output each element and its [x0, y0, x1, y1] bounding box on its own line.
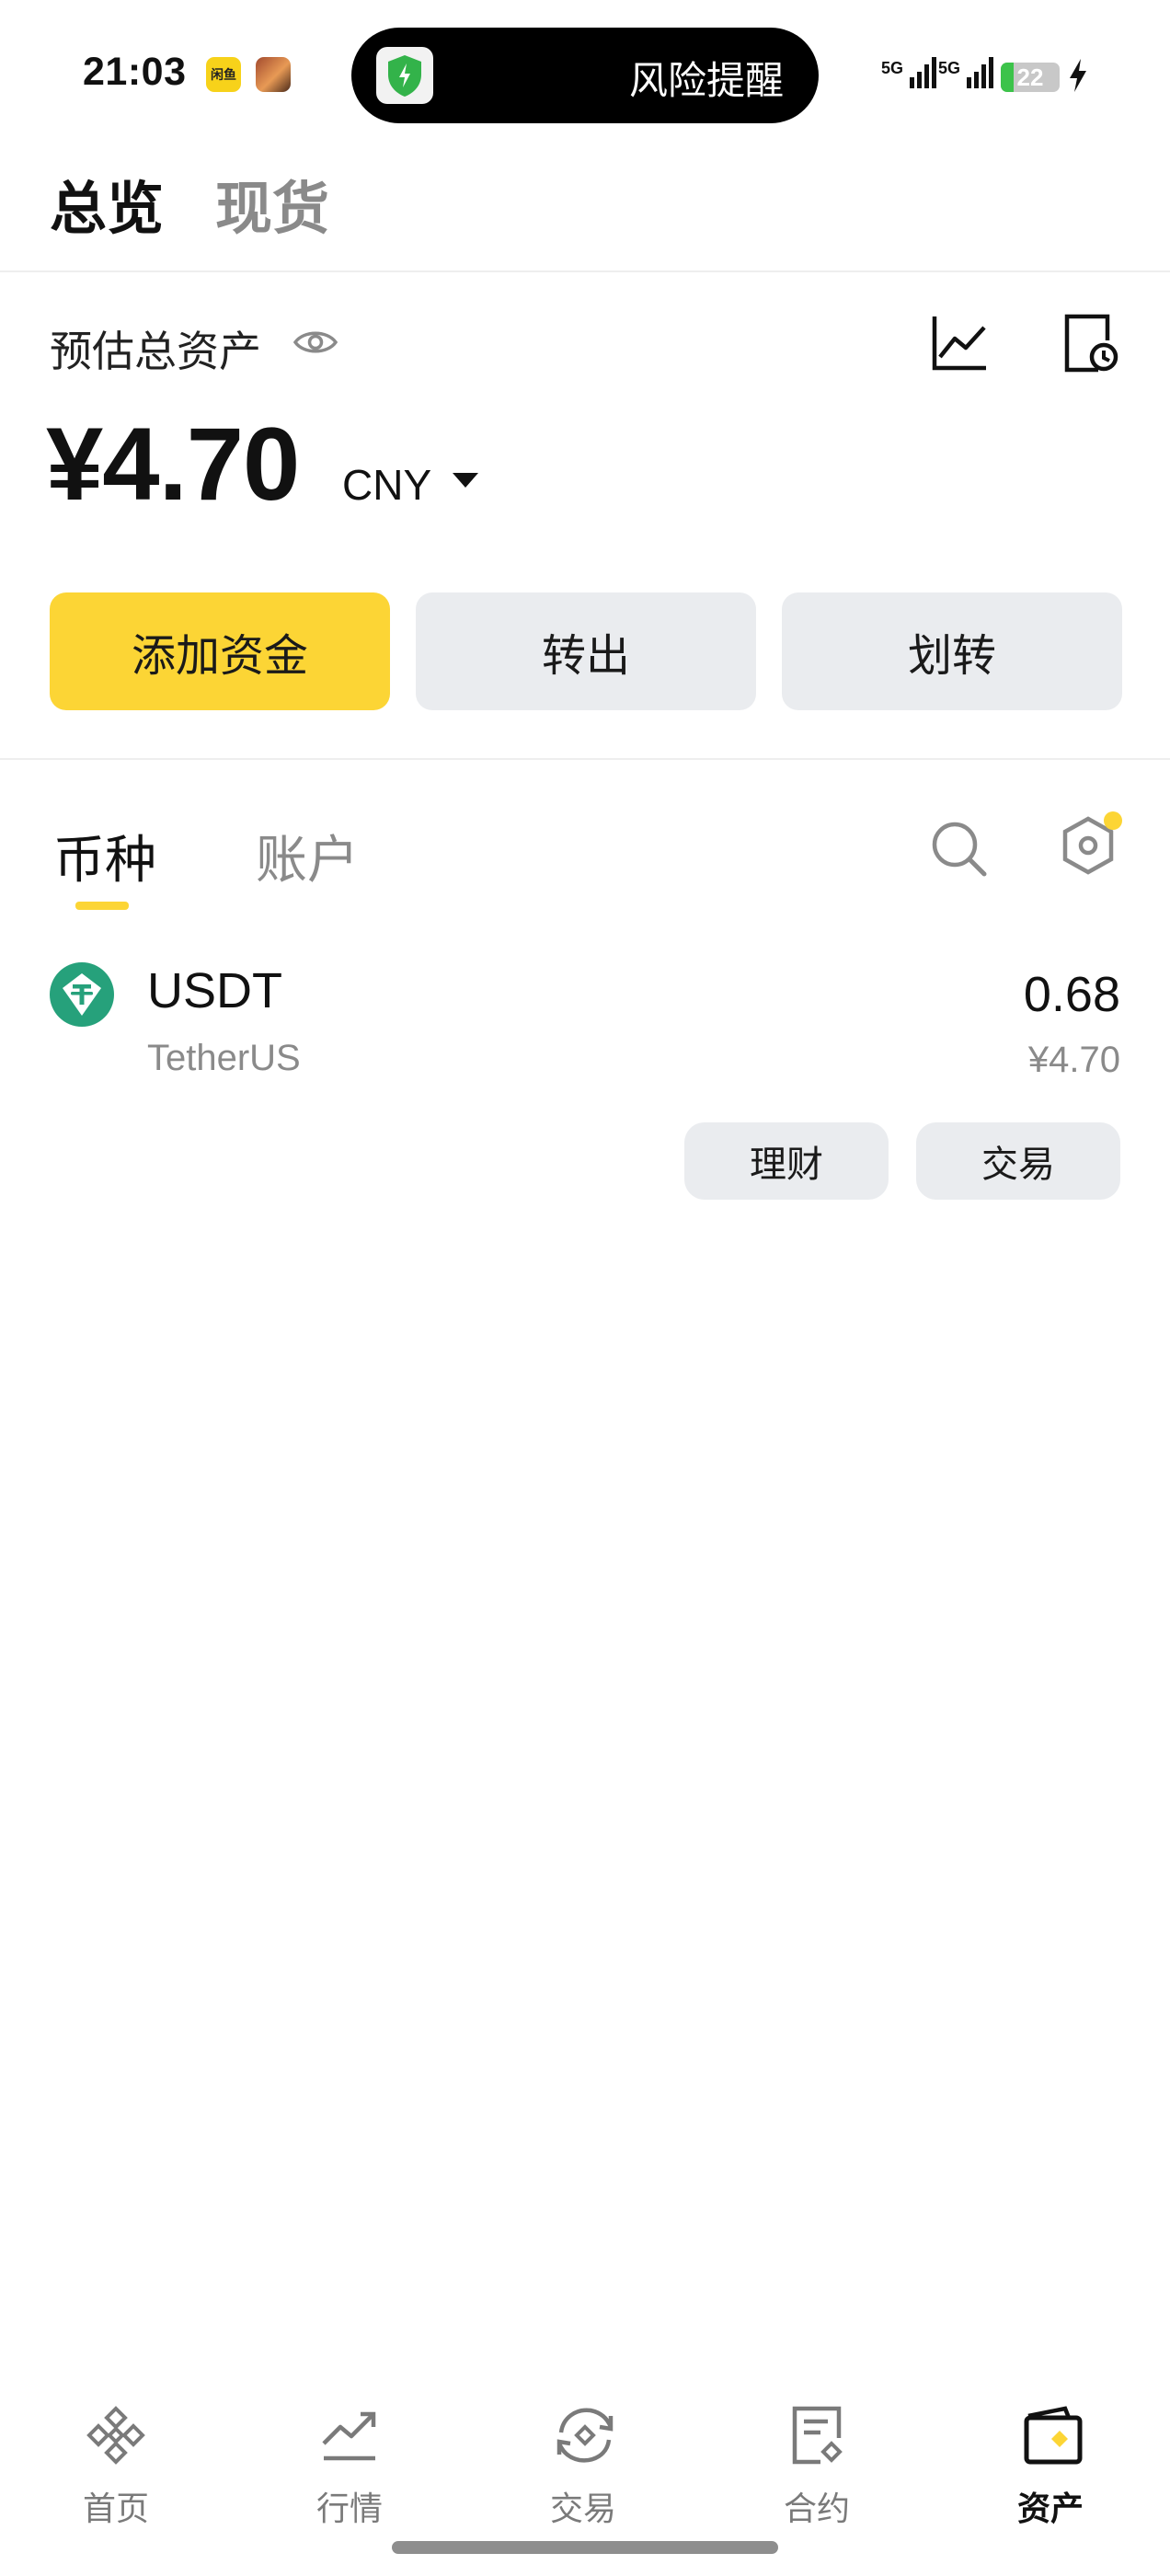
nav-markets[interactable]: 行情 [276, 2396, 423, 2534]
binance-logo-icon [86, 2406, 145, 2465]
coin-fiat-value: ¥4.70 [1027, 1040, 1120, 1080]
tab-spot[interactable]: 现货 [215, 162, 329, 245]
nav-trade[interactable]: 交易 [510, 2396, 657, 2534]
home-indicator[interactable] [392, 2541, 778, 2554]
tab-accounts[interactable]: 账户 [256, 819, 359, 893]
tab-coins[interactable]: 币种 [53, 819, 156, 893]
add-funds-button[interactable]: 添加资金 [50, 592, 390, 710]
risk-alert-text: 风险提醒 [628, 59, 784, 102]
pnl-chart-icon[interactable] [929, 313, 990, 378]
coin-symbol[interactable]: USDT [147, 962, 282, 1019]
signal-bars-icon [910, 57, 937, 88]
eye-icon[interactable] [292, 324, 338, 365]
tether-logo-icon [50, 962, 114, 1027]
currency-selector[interactable]: CNY [342, 460, 431, 510]
nav-label-trade: 交易 [549, 2490, 616, 2527]
security-shield-icon [376, 47, 433, 104]
network-type-label: 5G [938, 59, 961, 77]
trade-exchange-icon [556, 2408, 614, 2463]
cellular-signal-2: 5G [938, 53, 996, 90]
estimated-assets-label: 预估总资产 [50, 328, 261, 375]
notification-dot [1104, 811, 1122, 830]
game-app-icon [256, 57, 291, 92]
nav-label-home: 首页 [82, 2490, 149, 2527]
nav-label-assets: 资产 [1016, 2490, 1084, 2527]
nav-assets[interactable]: 资产 [977, 2396, 1124, 2534]
search-icon[interactable] [929, 819, 988, 882]
withdraw-button[interactable]: 转出 [416, 592, 756, 710]
futures-document-icon [792, 2406, 843, 2465]
network-type-label: 5G [881, 59, 904, 77]
nav-label-futures: 合约 [783, 2490, 850, 2527]
tab-overview[interactable]: 总览 [50, 162, 164, 245]
active-tab-underline [75, 902, 129, 910]
xianyu-app-icon: 闲鱼 [206, 57, 241, 92]
coin-full-name: TetherUS [147, 1038, 301, 1078]
total-asset-value: ¥4.70 [46, 407, 300, 522]
trade-button[interactable]: 交易 [916, 1122, 1120, 1200]
charging-bolt-icon [1067, 57, 1089, 98]
battery-indicator: 22 [1001, 63, 1060, 92]
risk-alert-pill[interactable]: 风险提醒 [351, 28, 819, 123]
battery-level: 22 [1016, 63, 1044, 91]
header-divider [0, 270, 1170, 272]
caret-down-icon[interactable] [453, 473, 478, 488]
markets-trend-icon [322, 2411, 376, 2461]
transfer-button[interactable]: 划转 [782, 592, 1122, 710]
coin-amount: 0.68 [1023, 967, 1120, 1022]
cellular-signal-1: 5G [881, 53, 939, 90]
history-record-icon[interactable] [1061, 313, 1118, 378]
nav-futures[interactable]: 合约 [743, 2396, 890, 2534]
section-divider [0, 758, 1170, 760]
nav-label-markets: 行情 [315, 2490, 383, 2527]
wallet-icon [1024, 2406, 1083, 2465]
earn-button[interactable]: 理财 [684, 1122, 889, 1200]
nav-home[interactable]: 首页 [42, 2396, 189, 2534]
status-time: 21:03 [83, 50, 187, 94]
signal-bars-icon [967, 57, 994, 88]
